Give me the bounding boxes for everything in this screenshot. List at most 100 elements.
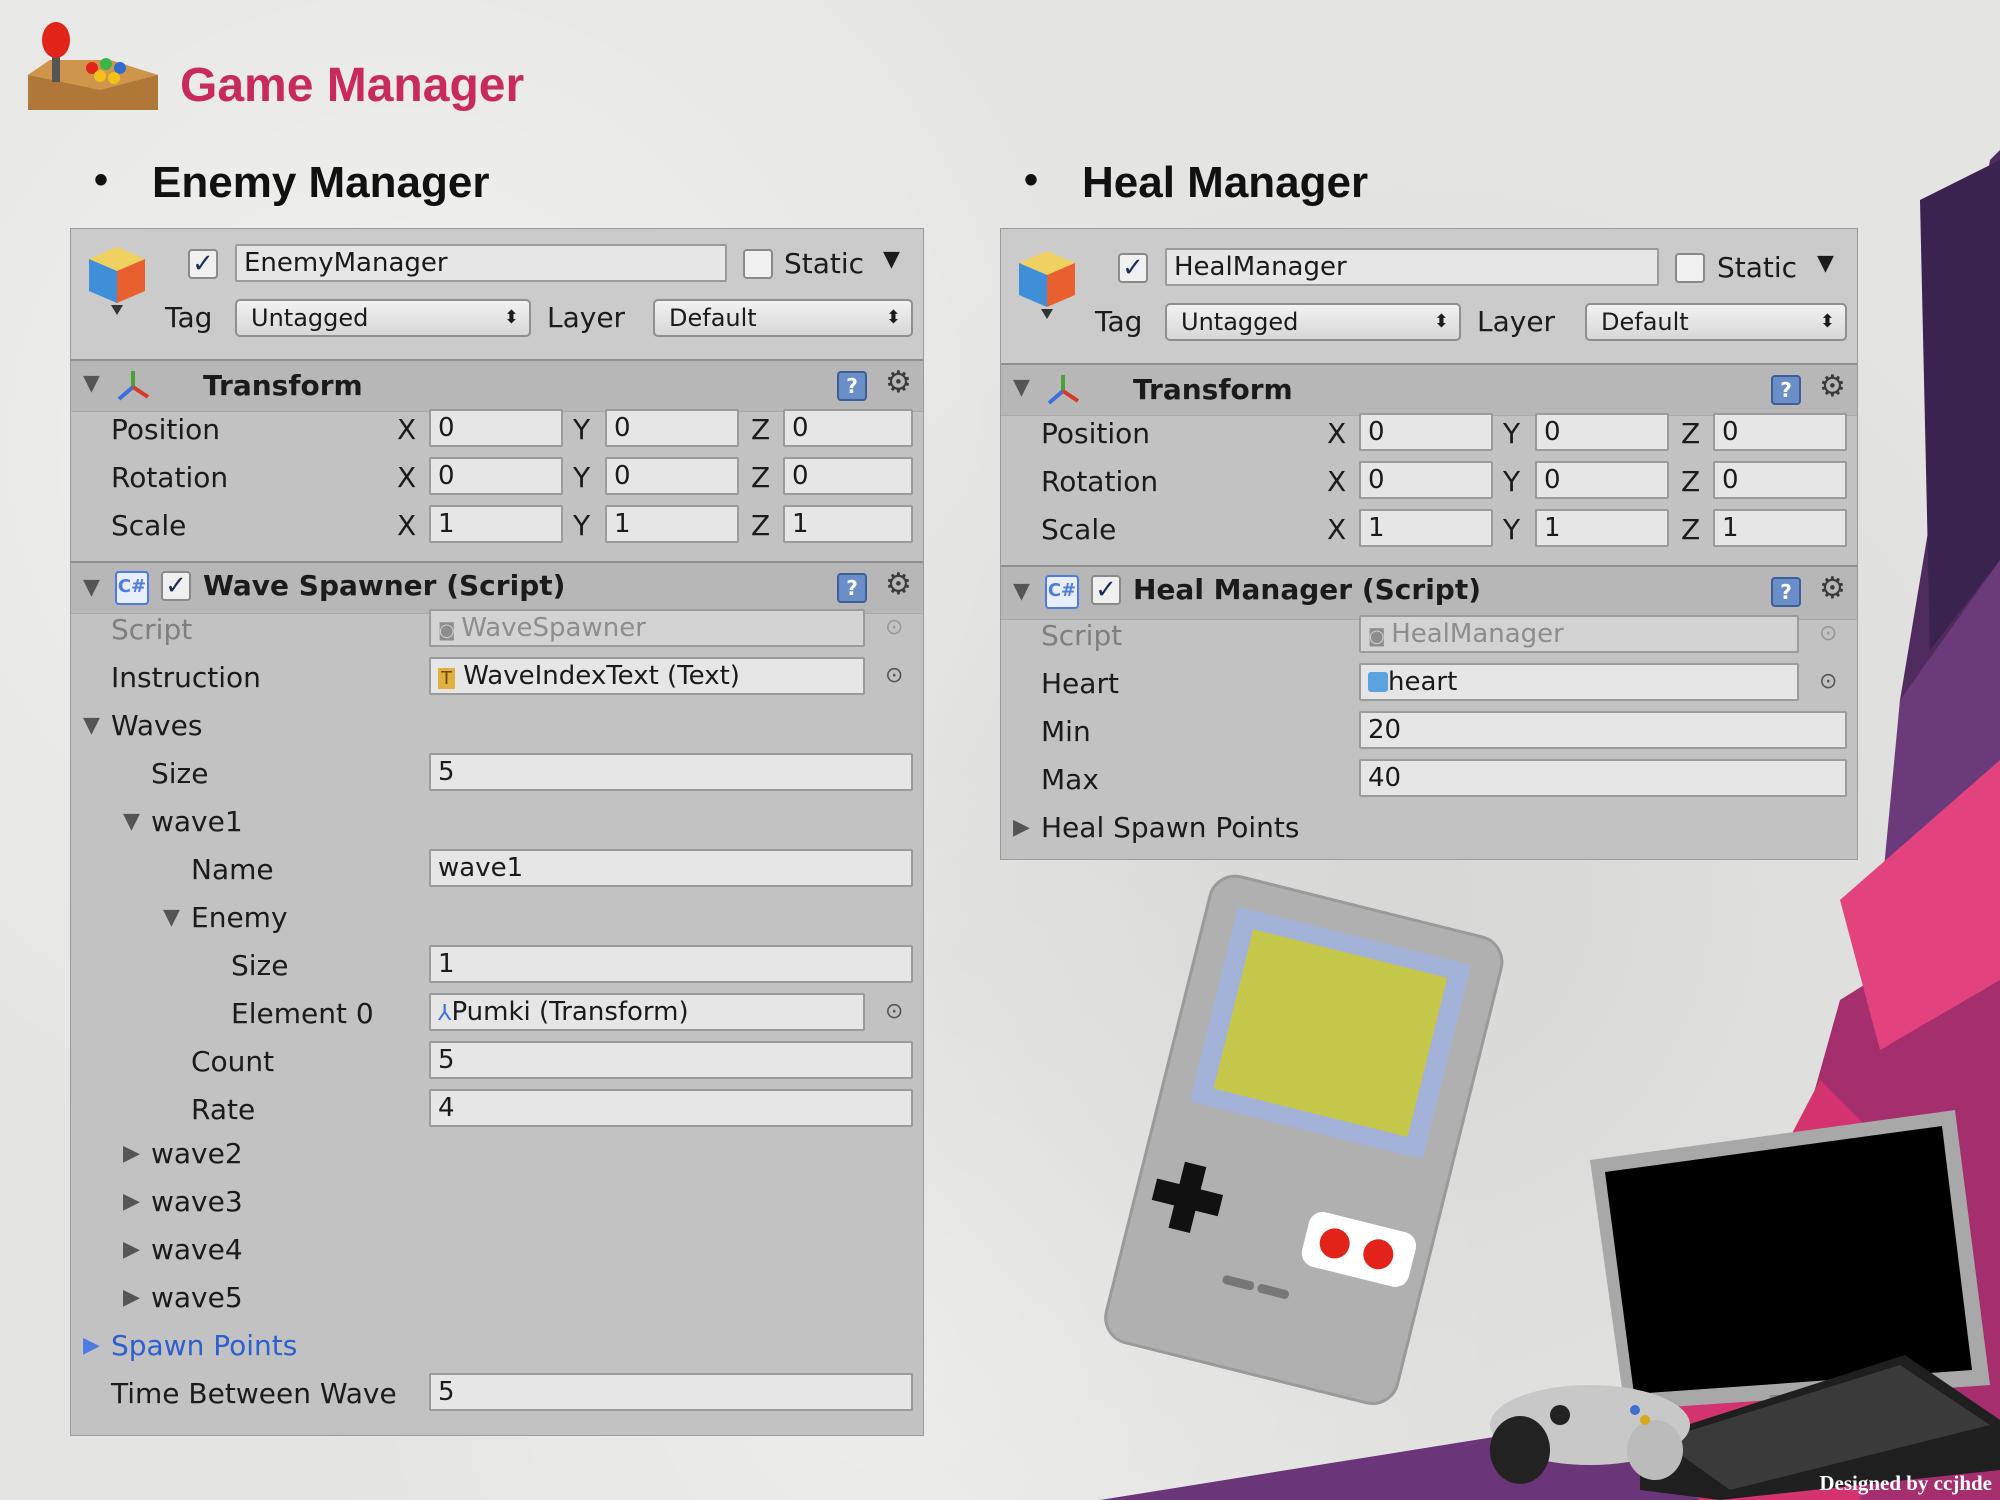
- wave-name-input[interactable]: wave1: [429, 849, 913, 887]
- heal-spawn-points-label[interactable]: Heal Spawn Points: [1041, 811, 1299, 844]
- min-input[interactable]: 20: [1359, 711, 1847, 749]
- wave-foldout-label[interactable]: wave3: [151, 1185, 243, 1218]
- transform-z-input[interactable]: 1: [783, 505, 913, 543]
- foldout-collapsed-icon[interactable]: ▶: [123, 1237, 140, 1262]
- object-picker-icon[interactable]: ⊙: [1819, 669, 1837, 694]
- foldout-expanded-icon[interactable]: ▼: [83, 713, 100, 738]
- axis-y-label: Y: [1503, 513, 1521, 546]
- wave-foldout-label[interactable]: wave4: [151, 1233, 243, 1266]
- foldout-expanded-icon[interactable]: ▼: [1013, 579, 1030, 604]
- static-label: Static: [1717, 251, 1798, 284]
- foldout-expanded-icon[interactable]: ▼: [83, 371, 100, 396]
- help-icon[interactable]: ?: [1771, 375, 1801, 405]
- bullet-dot: •: [1024, 158, 1039, 202]
- gear-icon[interactable]: ⚙: [885, 567, 912, 602]
- transform-y-input[interactable]: 0: [605, 409, 739, 447]
- transform-x-input[interactable]: 0: [429, 457, 563, 495]
- transform-z-input[interactable]: 0: [1713, 413, 1847, 451]
- time-between-wave-input[interactable]: 5: [429, 1373, 913, 1411]
- enemy-size-input[interactable]: 1: [429, 945, 913, 983]
- transform-x-input[interactable]: 0: [1359, 413, 1493, 451]
- count-input[interactable]: 5: [429, 1041, 913, 1079]
- help-icon[interactable]: ?: [837, 573, 867, 603]
- foldout-collapsed-icon[interactable]: ▶: [123, 1141, 140, 1166]
- transform-axes-icon: [1047, 375, 1080, 405]
- axis-x-label: X: [397, 413, 417, 446]
- transform-y-input[interactable]: 1: [1535, 509, 1669, 547]
- transform-y-input[interactable]: 1: [605, 505, 739, 543]
- enemy-manager-heading-text: Enemy Manager: [152, 158, 490, 207]
- object-picker-icon[interactable]: ⊙: [885, 999, 903, 1024]
- foldout-collapsed-icon[interactable]: ▶: [123, 1285, 140, 1310]
- script-field: ◙ HealManager: [1359, 615, 1799, 653]
- enemy-manager-heading: • Enemy Manager: [94, 158, 490, 208]
- transform-z-input[interactable]: 0: [1713, 461, 1847, 499]
- foldout-collapsed-icon[interactable]: ▶: [1013, 815, 1030, 840]
- waves-label[interactable]: Waves: [111, 709, 202, 742]
- active-checkbox[interactable]: ✓: [1118, 253, 1148, 283]
- axis-z-label: Z: [751, 509, 771, 542]
- static-dropdown-arrow-icon[interactable]: ▼: [1817, 251, 1834, 276]
- transform-title: Transform: [1133, 373, 1293, 406]
- transform-y-input[interactable]: 0: [1535, 461, 1669, 499]
- transform-x-input[interactable]: 1: [429, 505, 563, 543]
- transform-row-label: Rotation: [111, 461, 229, 494]
- help-icon[interactable]: ?: [837, 371, 867, 401]
- object-name-input[interactable]: HealManager: [1165, 248, 1659, 286]
- static-dropdown-arrow-icon[interactable]: ▼: [883, 247, 900, 272]
- foldout-expanded-icon[interactable]: ▼: [163, 905, 180, 930]
- active-checkbox[interactable]: ✓: [188, 249, 218, 279]
- spawn-points-label[interactable]: Spawn Points: [111, 1329, 297, 1362]
- gear-icon[interactable]: ⚙: [1819, 369, 1846, 404]
- heal-manager-heading-text: Heal Manager: [1082, 158, 1369, 207]
- transform-y-input[interactable]: 0: [1535, 413, 1669, 451]
- waves-size-input[interactable]: 5: [429, 753, 913, 791]
- time-between-wave-label: Time Between Wave: [111, 1377, 397, 1410]
- gear-icon[interactable]: ⚙: [1819, 571, 1846, 606]
- foldout-expanded-icon[interactable]: ▼: [123, 809, 140, 834]
- help-icon[interactable]: ?: [1771, 577, 1801, 607]
- wave-foldout-label[interactable]: wave2: [151, 1137, 243, 1170]
- gameobject-cube-icon: [1019, 251, 1075, 319]
- layer-dropdown[interactable]: Default ⬍: [1585, 303, 1847, 341]
- transform-z-input[interactable]: 0: [783, 457, 913, 495]
- transform-x-input[interactable]: 1: [1359, 509, 1493, 547]
- foldout-collapsed-icon[interactable]: ▶: [123, 1189, 140, 1214]
- transform-axes-icon: [117, 371, 150, 401]
- wave-foldout-label[interactable]: wave5: [151, 1281, 243, 1314]
- script-label: Script: [1041, 619, 1123, 652]
- wave-spawner-title: Wave Spawner (Script): [203, 569, 566, 602]
- enemy-size-label: Size: [231, 949, 289, 982]
- component-enabled-checkbox[interactable]: ✓: [1091, 575, 1121, 605]
- transform-y-input[interactable]: 0: [605, 457, 739, 495]
- foldout-collapsed-icon[interactable]: ▶: [83, 1333, 100, 1358]
- transform-x-input[interactable]: 0: [1359, 461, 1493, 499]
- instruction-field[interactable]: T WaveIndexText (Text): [429, 657, 865, 695]
- tag-dropdown[interactable]: Untagged ⬍: [235, 299, 531, 337]
- static-checkbox[interactable]: ✓: [1675, 253, 1705, 283]
- element-0-field[interactable]: ⅄Pumki (Transform): [429, 993, 865, 1031]
- transform-z-input[interactable]: 0: [783, 409, 913, 447]
- tag-dropdown[interactable]: Untagged ⬍: [1165, 303, 1461, 341]
- transform-header[interactable]: [1001, 363, 1857, 416]
- foldout-expanded-icon[interactable]: ▼: [1013, 375, 1030, 400]
- transform-x-input[interactable]: 0: [429, 409, 563, 447]
- component-enabled-checkbox[interactable]: ✓: [161, 571, 191, 601]
- axis-z-label: Z: [751, 461, 771, 494]
- rate-input[interactable]: 4: [429, 1089, 913, 1127]
- layer-dropdown[interactable]: Default ⬍: [653, 299, 913, 337]
- transform-header[interactable]: [71, 359, 923, 412]
- static-checkbox[interactable]: ✓: [743, 249, 773, 279]
- object-picker-icon[interactable]: ⊙: [885, 663, 903, 688]
- gear-icon[interactable]: ⚙: [885, 365, 912, 400]
- enemy-label[interactable]: Enemy: [191, 901, 288, 934]
- heart-field[interactable]: heart: [1359, 663, 1799, 701]
- transform-row-label: Position: [1041, 417, 1151, 450]
- max-input[interactable]: 40: [1359, 759, 1847, 797]
- foldout-expanded-icon[interactable]: ▼: [83, 575, 100, 600]
- heal-manager-script-title: Heal Manager (Script): [1133, 573, 1482, 606]
- object-name-input[interactable]: EnemyManager: [235, 244, 727, 282]
- script-field-value: WaveSpawner: [461, 613, 646, 643]
- transform-z-input[interactable]: 1: [1713, 509, 1847, 547]
- wave1-label[interactable]: wave1: [151, 805, 243, 838]
